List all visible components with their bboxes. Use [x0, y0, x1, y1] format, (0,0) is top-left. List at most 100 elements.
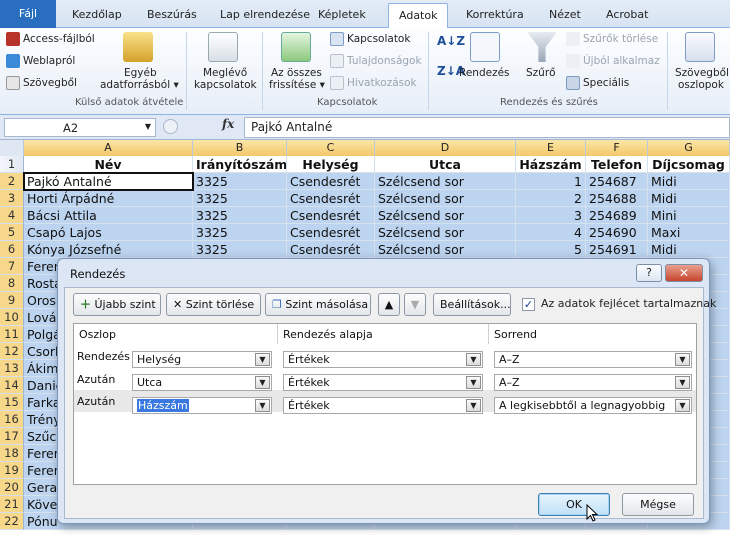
data-cell[interactable]: 3325: [193, 241, 287, 258]
data-cell[interactable]: Kónya Józsefné: [24, 241, 193, 258]
tab-file[interactable]: Fájl: [0, 0, 56, 28]
cancel-button[interactable]: Mégse: [622, 493, 694, 516]
data-cell[interactable]: 3325: [193, 173, 287, 190]
data-cell[interactable]: Csendesrét: [287, 190, 375, 207]
chevron-down-icon[interactable]: ▼: [255, 399, 270, 412]
chevron-down-icon[interactable]: ▼: [466, 353, 481, 366]
row-header[interactable]: 22: [0, 513, 24, 530]
delete-level-button[interactable]: ✕ Szint törlése: [166, 293, 261, 316]
from-text-button[interactable]: Szövegből: [6, 76, 77, 90]
sort-button[interactable]: Rendezés: [459, 67, 510, 79]
properties-button[interactable]: Tulajdonságok: [330, 54, 422, 68]
column-header-d[interactable]: D: [375, 140, 516, 156]
data-cell[interactable]: 4: [516, 224, 586, 241]
data-cell[interactable]: Csapó Lajos: [24, 224, 193, 241]
tab-home[interactable]: Kezdőlap: [72, 8, 122, 21]
formula-input[interactable]: Pajkó Antalné: [244, 117, 730, 138]
data-cell[interactable]: Midi: [648, 190, 730, 207]
data-cell[interactable]: 3325: [193, 190, 287, 207]
chevron-down-icon[interactable]: ▼: [675, 353, 690, 366]
header-cell[interactable]: Név: [24, 156, 193, 173]
active-cell[interactable]: Pajkó Antalné: [24, 173, 193, 190]
from-web-button[interactable]: Weblapról: [6, 54, 75, 68]
row-header[interactable]: 15: [0, 394, 24, 411]
data-cell[interactable]: 254689: [586, 207, 648, 224]
data-cell[interactable]: 254688: [586, 190, 648, 207]
row-header[interactable]: 7: [0, 258, 24, 275]
data-cell[interactable]: Maxi: [648, 224, 730, 241]
tab-acrobat[interactable]: Acrobat: [606, 8, 648, 21]
header-cell[interactable]: Helység: [287, 156, 375, 173]
row-header[interactable]: 13: [0, 360, 24, 377]
row-header[interactable]: 1: [0, 156, 24, 173]
from-access-button[interactable]: Access-fájlból: [6, 32, 95, 46]
sort-column-combo[interactable]: Utca ▼: [132, 374, 272, 391]
chevron-down-icon[interactable]: ▼: [255, 376, 270, 389]
data-cell[interactable]: Csendesrét: [287, 224, 375, 241]
data-cell[interactable]: 3325: [193, 224, 287, 241]
row-header[interactable]: 20: [0, 479, 24, 496]
data-cell[interactable]: 3325: [193, 207, 287, 224]
column-header-c[interactable]: C: [287, 140, 375, 156]
chevron-down-icon[interactable]: ▼: [466, 376, 481, 389]
order-combo[interactable]: A–Z ▼: [494, 351, 692, 368]
move-up-button[interactable]: ▲: [378, 293, 400, 316]
column-header-b[interactable]: B: [193, 140, 287, 156]
tab-insert[interactable]: Beszúrás: [147, 8, 197, 21]
tab-view[interactable]: Nézet: [549, 8, 581, 21]
name-box[interactable]: A2 ▼: [4, 118, 156, 137]
column-header-a[interactable]: A: [24, 140, 193, 156]
row-header[interactable]: 6: [0, 241, 24, 258]
row-header[interactable]: 8: [0, 275, 24, 292]
move-down-button[interactable]: ▼: [404, 293, 426, 316]
row-header[interactable]: 5: [0, 224, 24, 241]
data-cell[interactable]: 254691: [586, 241, 648, 258]
data-cell[interactable]: 5: [516, 241, 586, 258]
header-cell[interactable]: Díjcsomag: [648, 156, 730, 173]
text-to-columns-button[interactable]: Szövegből: [675, 67, 729, 79]
connections-button[interactable]: Kapcsolatok: [330, 32, 410, 46]
close-button[interactable]: ✕: [665, 264, 703, 282]
header-cell[interactable]: Házszám: [516, 156, 586, 173]
row-header[interactable]: 14: [0, 377, 24, 394]
data-cell[interactable]: 1: [516, 173, 586, 190]
row-header[interactable]: 3: [0, 190, 24, 207]
sort-column-combo[interactable]: Házszám ▼: [132, 397, 272, 414]
data-cell[interactable]: 254690: [586, 224, 648, 241]
select-all-corner[interactable]: [0, 140, 24, 156]
row-header[interactable]: 16: [0, 411, 24, 428]
tab-page-layout[interactable]: Lap elrendezése: [220, 8, 310, 21]
filter-button[interactable]: Szűrő: [526, 67, 556, 79]
row-header[interactable]: 21: [0, 496, 24, 513]
sort-on-combo[interactable]: Értékek ▼: [283, 351, 483, 368]
clear-filter-button[interactable]: Szűrők törlése: [566, 32, 658, 46]
column-header-g[interactable]: G: [648, 140, 730, 156]
row-header[interactable]: 9: [0, 292, 24, 309]
tab-review[interactable]: Korrektúra: [466, 8, 524, 21]
header-cell[interactable]: Utca: [375, 156, 516, 173]
order-combo[interactable]: A–Z ▼: [494, 374, 692, 391]
data-cell[interactable]: Csendesrét: [287, 207, 375, 224]
data-cell[interactable]: Szélcsend sor: [375, 190, 516, 207]
data-cell[interactable]: Midi: [648, 241, 730, 258]
advanced-filter-button[interactable]: Speciális: [566, 76, 629, 90]
existing-connections-button[interactable]: Meglévő: [203, 67, 247, 79]
other-sources-button[interactable]: Egyéb: [124, 67, 157, 79]
tab-data[interactable]: Adatok: [388, 3, 449, 29]
data-cell[interactable]: 2: [516, 190, 586, 207]
header-checkbox[interactable]: ✓: [522, 298, 535, 311]
help-button[interactable]: ?: [636, 264, 662, 282]
data-cell[interactable]: Midi: [648, 173, 730, 190]
refresh-all-button[interactable]: Az összes: [271, 67, 322, 79]
row-header[interactable]: 4: [0, 207, 24, 224]
header-cell[interactable]: Irányítószám: [193, 156, 287, 173]
copy-level-button[interactable]: ❐ Szint másolása: [265, 293, 371, 316]
data-cell[interactable]: Szélcsend sor: [375, 241, 516, 258]
header-checkbox-label[interactable]: Az adatok fejlécet tartalmaznak: [541, 297, 716, 310]
header-cell[interactable]: Telefon: [586, 156, 648, 173]
chevron-down-icon[interactable]: ▼: [145, 122, 151, 131]
row-header[interactable]: 2: [0, 173, 24, 190]
row-header[interactable]: 18: [0, 445, 24, 462]
column-header-f[interactable]: F: [586, 140, 648, 156]
data-cell[interactable]: Mini: [648, 207, 730, 224]
